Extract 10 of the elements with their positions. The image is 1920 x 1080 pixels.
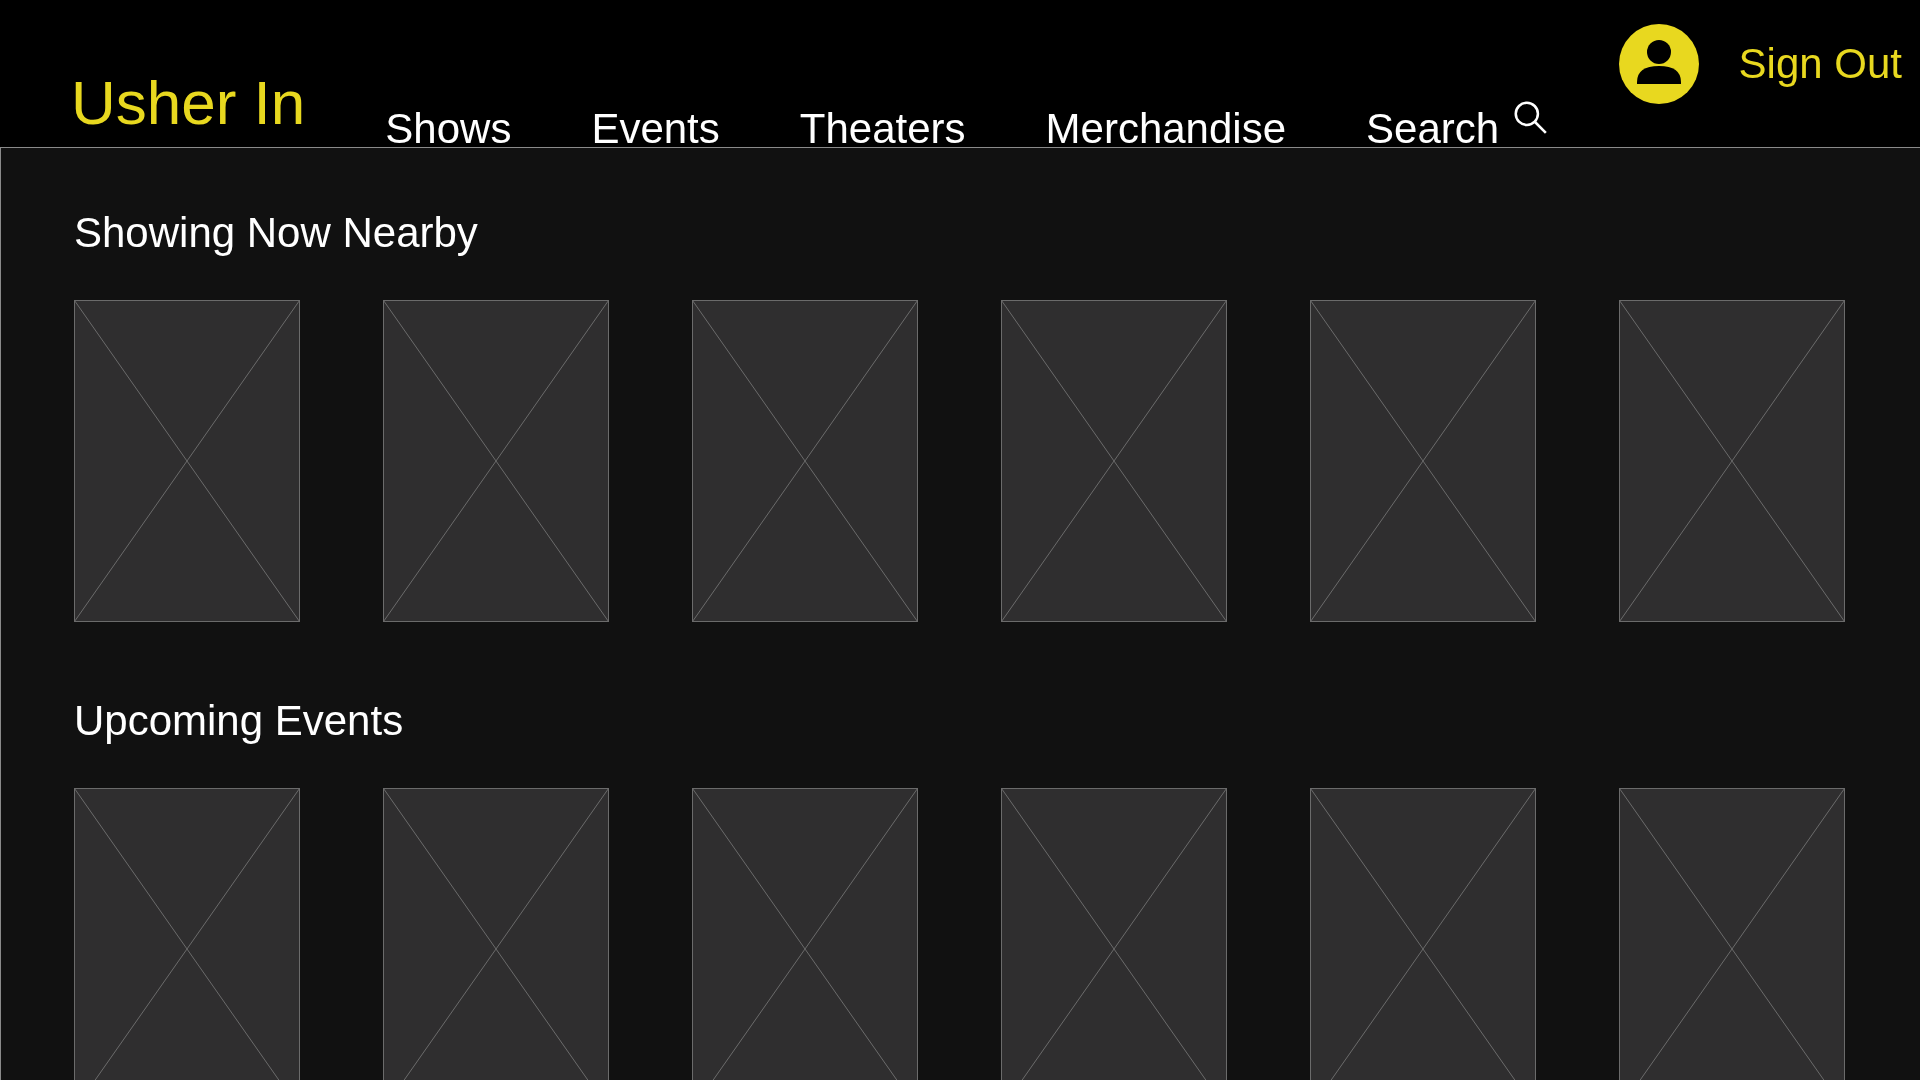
nav-link[interactable]: Merchandise xyxy=(1045,108,1286,150)
search-link[interactable]: Search xyxy=(1366,98,1550,150)
section-heading: Showing Now Nearby xyxy=(74,212,479,254)
sign-out-link[interactable]: Sign Out xyxy=(1738,43,1902,85)
nav-link[interactable]: Shows xyxy=(385,108,512,150)
nav-link[interactable]: Theaters xyxy=(799,108,966,150)
section-heading: Upcoming Events xyxy=(74,700,405,742)
logo[interactable]: Usher In xyxy=(71,72,306,134)
nav-link[interactable]: Events xyxy=(591,108,720,150)
user-avatar-icon[interactable] xyxy=(1618,24,1699,104)
